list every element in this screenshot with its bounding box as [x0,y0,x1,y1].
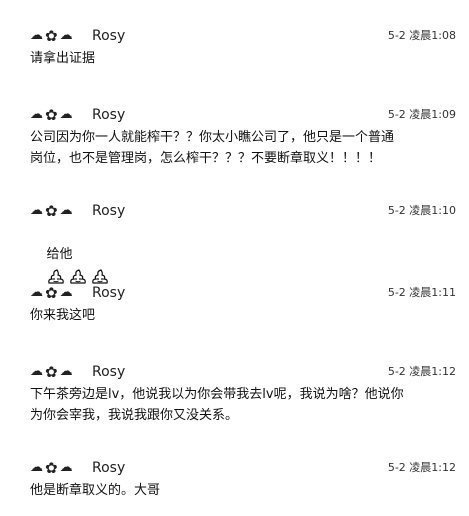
cloud-icon: ☁ [59,364,73,379]
chat-message: ☁ ✿ ☁ Rosy 5-2 凌晨1:12 下午茶旁边是lv，他说我以为你会带我… [0,362,469,423]
message-timestamp: 5-2 凌晨1:09 [387,108,456,121]
poop-icon [47,268,64,284]
message-text: 请拿出证据 [30,51,96,66]
message-timestamp: 5-2 凌晨1:11 [387,286,456,299]
flower-icon: ✿ [45,202,58,220]
name-emoji-decoration: ☁ ✿ ☁ [30,364,73,380]
message-timestamp: 5-2 凌晨1:12 [387,461,456,474]
flower-icon: ✿ [45,27,58,45]
message-text: 下午茶旁边是lv，他说我以为你会带我去lv呢，我说为啥？他说你 为你会宰我，我说… [30,387,404,423]
sender-name[interactable]: Rosy [92,107,125,123]
cloud-icon: ☁ [30,28,43,43]
name-emoji-decoration: ☁ ✿ ☁ [30,285,73,301]
message-timestamp: 5-2 凌晨1:08 [387,29,456,42]
flower-icon: ✿ [45,363,58,381]
cloud-icon: ☁ [59,28,73,43]
cloud-icon: ☁ [59,460,73,475]
sender-name[interactable]: Rosy [92,364,125,380]
cloud-icon: ☁ [30,460,43,475]
cloud-icon: ☁ [59,107,73,122]
chat-message: ☁ ✿ ☁ Rosy 5-2 凌晨1:11 你来我这吧 [0,283,469,323]
poop-emoji-group [47,267,109,285]
message-timestamp: 5-2 凌晨1:12 [387,365,456,378]
name-emoji-decoration: ☁ ✿ ☁ [30,28,73,44]
poop-icon [91,268,108,284]
message-text: 他是断章取义的。大哥 [30,483,161,498]
chat-message: ☁ ✿ ☁ Rosy 5-2 凌晨1:12 他是断章取义的。大哥 [0,458,469,498]
cloud-icon: ☁ [59,285,73,300]
chat-message: ☁ ✿ ☁ Rosy 5-2 凌晨1:09 公司因为你一人就能榨干？？你太小瞧公… [0,105,469,166]
sender-name[interactable]: Rosy [92,203,125,219]
message-text: 你来我这吧 [30,308,96,323]
chat-message: ☁ ✿ ☁ Rosy 5-2 凌晨1:10 给他 [0,201,469,284]
sender-name[interactable]: Rosy [92,28,125,44]
name-emoji-decoration: ☁ ✿ ☁ [30,460,73,476]
message-timestamp: 5-2 凌晨1:10 [387,204,456,217]
name-emoji-decoration: ☁ ✿ ☁ [30,107,73,123]
poop-icon [69,268,86,284]
cloud-icon: ☁ [30,107,43,122]
message-text: 公司因为你一人就能榨干？？你太小瞧公司了，他只是一个普通 岗位，也不是管理岗，怎… [30,130,395,166]
flower-icon: ✿ [45,284,58,302]
chat-message: ☁ ✿ ☁ Rosy 5-2 凌晨1:08 请拿出证据 [0,26,469,66]
cloud-icon: ☁ [30,364,43,379]
sender-name[interactable]: Rosy [92,285,125,301]
flower-icon: ✿ [45,106,58,124]
name-emoji-decoration: ☁ ✿ ☁ [30,203,73,219]
cloud-icon: ☁ [30,285,43,300]
message-text-content: 给他 [46,247,73,262]
cloud-icon: ☁ [59,203,73,218]
flower-icon: ✿ [45,459,58,477]
sender-name[interactable]: Rosy [92,460,125,476]
cloud-icon: ☁ [30,203,43,218]
